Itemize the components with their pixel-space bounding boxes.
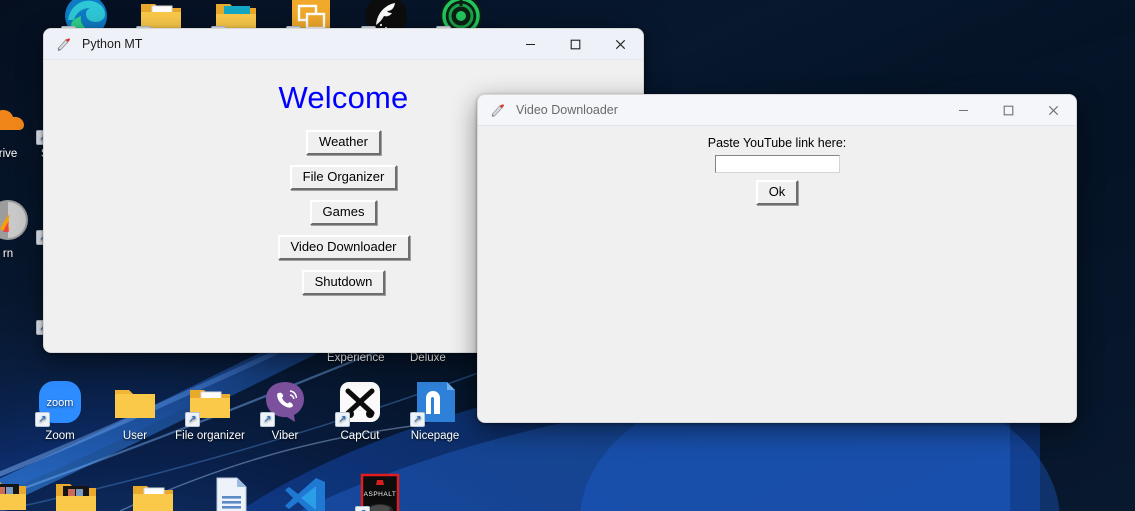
shortcut-arrow-icon: ↗: [355, 506, 370, 511]
maximize-icon[interactable]: [986, 95, 1031, 126]
downloader-titlebar[interactable]: Video Downloader: [478, 95, 1076, 126]
partial-left-bottom-icon: [0, 470, 30, 511]
zoom-icon: zoom ↗: [35, 378, 84, 427]
weather-button[interactable]: Weather: [306, 130, 381, 155]
youtube-link-input[interactable]: [714, 155, 840, 173]
minimize-icon[interactable]: [941, 95, 986, 126]
python-tk-icon: [55, 35, 73, 53]
link-entry-row: [478, 155, 1076, 173]
user-icon: [111, 378, 159, 426]
close-icon[interactable]: [598, 29, 643, 60]
svg-text:zoom: zoom: [47, 397, 74, 409]
downloader-window-body: Paste YouTube link here: Ok: [478, 126, 1076, 422]
asphalt-icon: ASPHALT ↗: [355, 472, 404, 511]
nicepage-label: Nicepage: [410, 430, 460, 442]
capcut-icon: ↗: [335, 378, 384, 427]
vscode-icon: [281, 474, 329, 511]
python-tk-icon: [489, 101, 507, 119]
shortcut-arrow-icon: ↗: [410, 412, 425, 427]
desktop-icon-nicepage[interactable]: ↗ Nicepage: [387, 378, 483, 443]
nicepage-icon: ↗: [410, 378, 459, 427]
svg-text:ASPHALT: ASPHALT: [364, 491, 397, 498]
close-icon[interactable]: [1031, 95, 1076, 126]
video-downloader-button[interactable]: Video Downloader: [277, 235, 410, 260]
video-downloader-window[interactable]: Video Downloader Paste YouTube link here…: [477, 94, 1077, 423]
minimize-icon[interactable]: [508, 29, 553, 60]
viber-icon: ↗: [260, 378, 309, 427]
shortcut-arrow-icon: ↗: [260, 412, 275, 427]
paste-link-label: Paste YouTube link here:: [707, 136, 847, 150]
experience-label: Experience: [327, 352, 385, 364]
folder-doc2-icon: [129, 474, 177, 511]
shortcut-arrow-icon: ↗: [35, 412, 50, 427]
downloader-window-title: Video Downloader: [516, 103, 618, 117]
desktop-icon-asphalt[interactable]: ASPHALT ↗: [332, 472, 428, 511]
main-window-title: Python MT: [82, 37, 143, 51]
folder-photos-icon: [52, 472, 100, 511]
document-icon: [206, 474, 254, 511]
desktop: ↗M ↗ ↗ ↗ ↗ ↗rive ↗Spy Sta rn ↗VL ↗V zoom…: [0, 0, 1135, 511]
shortcut-arrow-icon: ↗: [335, 412, 350, 427]
downloader-window-controls: [941, 95, 1076, 126]
main-titlebar[interactable]: Python MT: [44, 29, 643, 60]
file-organizer-button[interactable]: File Organizer: [289, 165, 398, 190]
ok-button-row: Ok: [478, 180, 1076, 205]
file-organizer-icon: ↗: [185, 378, 234, 427]
deluxe-label: Deluxe: [410, 352, 446, 364]
shutdown-button[interactable]: Shutdown: [301, 270, 386, 295]
games-button[interactable]: Games: [309, 200, 378, 225]
shortcut-arrow-icon: ↗: [185, 412, 200, 427]
maximize-icon[interactable]: [553, 29, 598, 60]
ok-button[interactable]: Ok: [755, 180, 799, 205]
main-window-controls: [508, 29, 643, 60]
